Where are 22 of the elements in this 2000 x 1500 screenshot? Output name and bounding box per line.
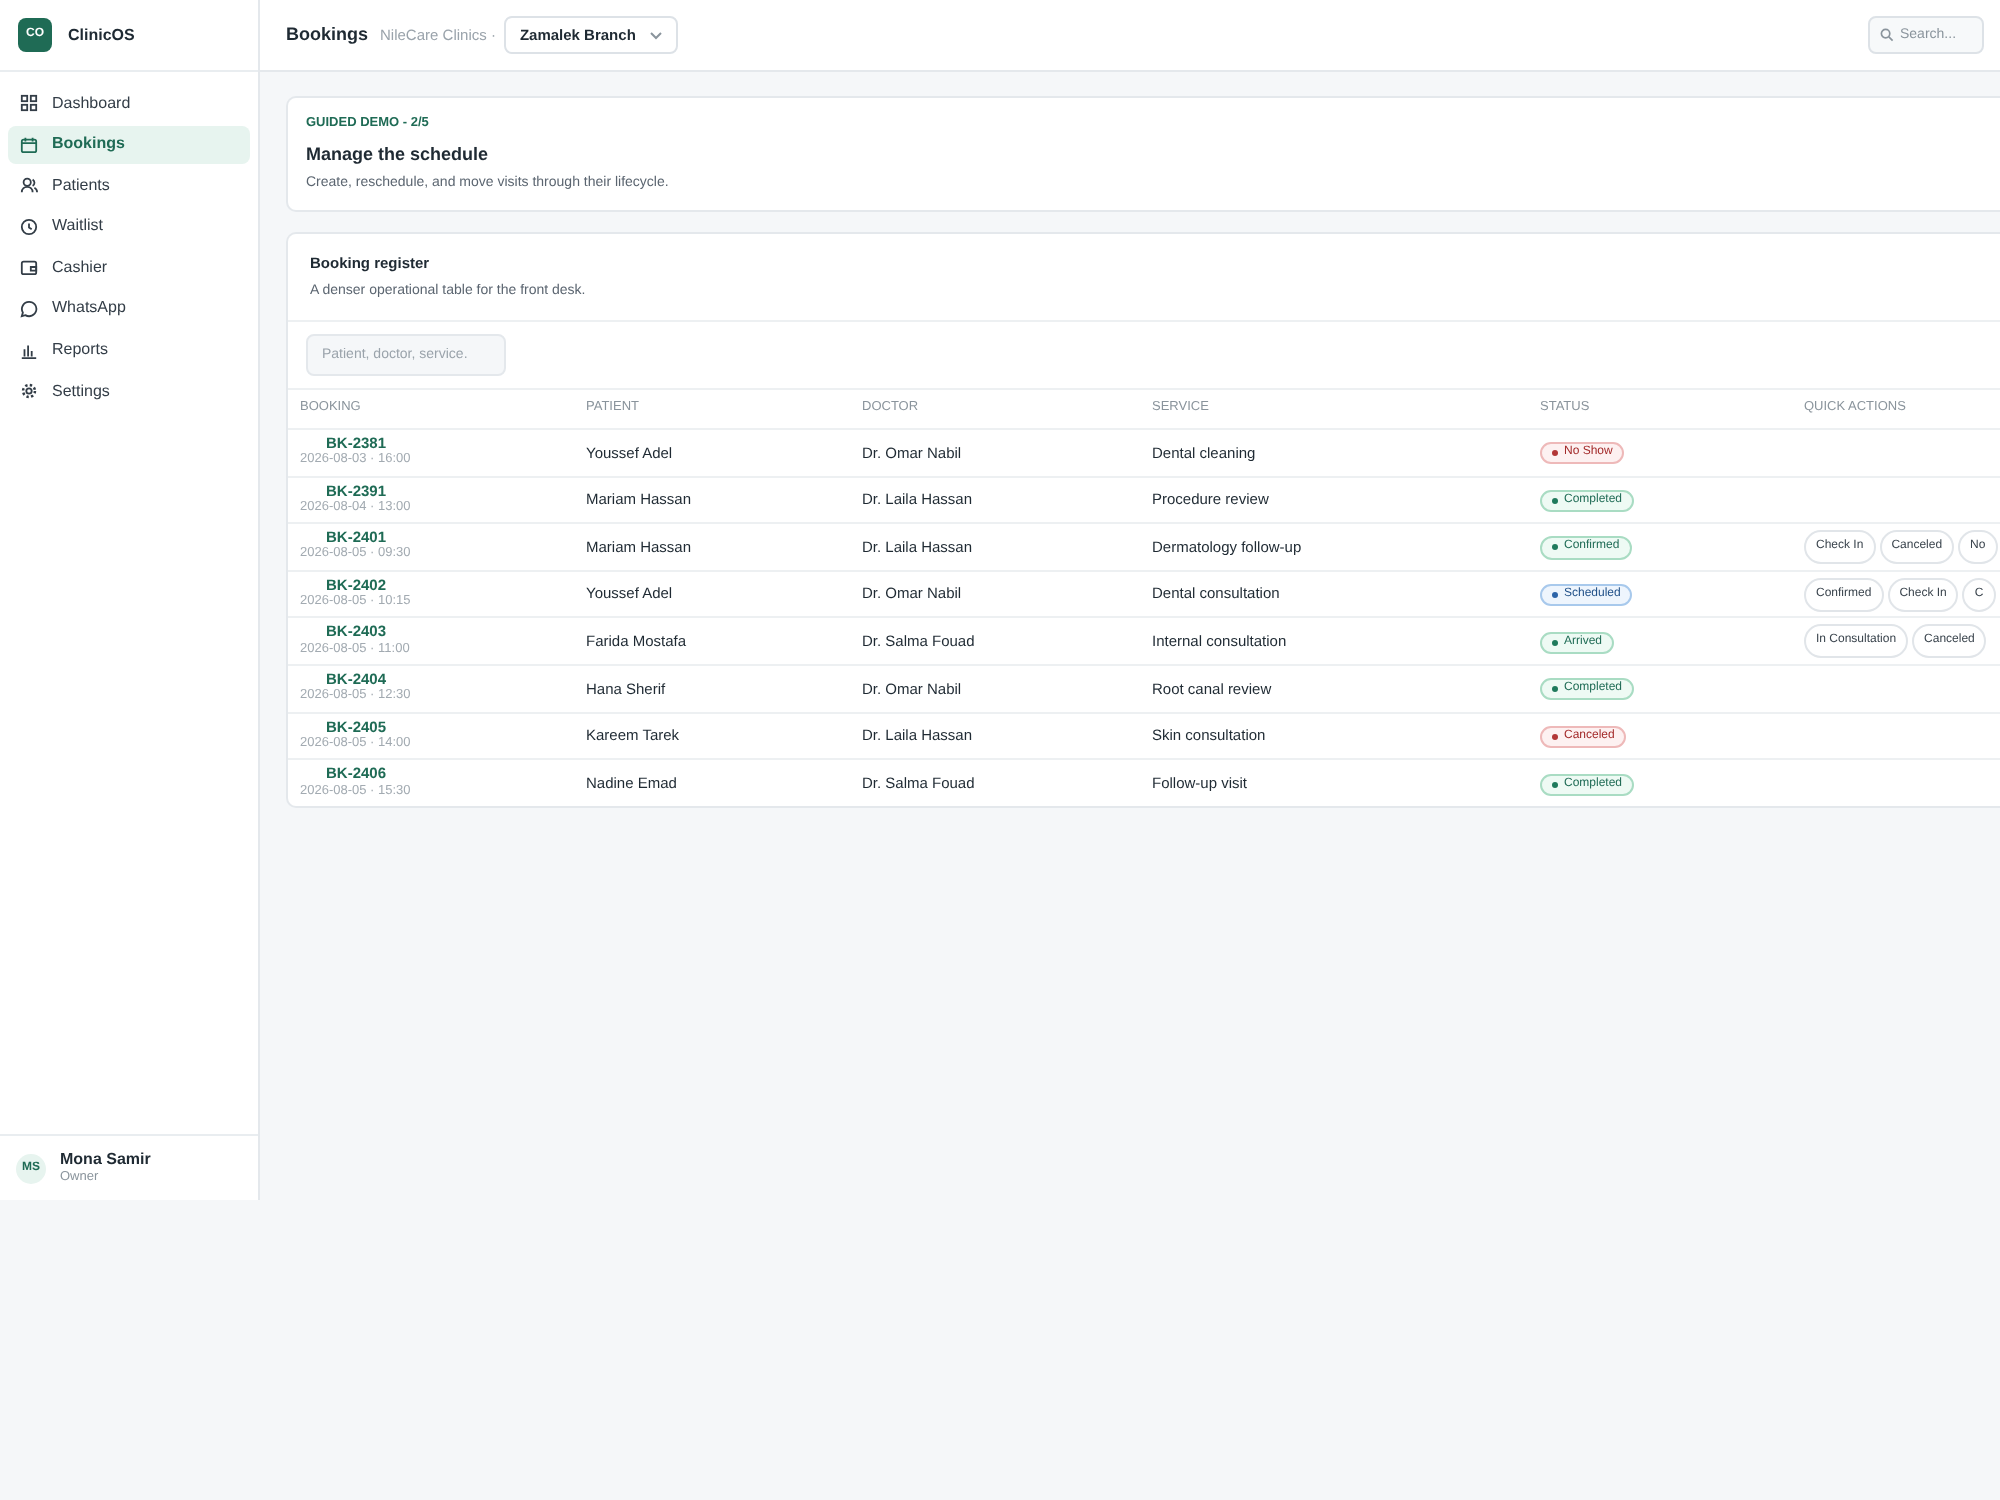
search-icon <box>1880 28 1894 42</box>
sidebar-item[interactable]: Settings <box>8 372 250 411</box>
sidebar-item[interactable]: Patients <box>8 166 250 205</box>
page-title: Bookings <box>286 21 369 48</box>
settings-icon <box>20 382 38 401</box>
guide-title: Manage the schedule <box>306 141 491 168</box>
calendar-icon <box>20 135 38 154</box>
sidebar-item[interactable]: Bookings <box>8 125 250 164</box>
chevron-down-icon <box>649 31 662 39</box>
sidebar-item[interactable]: Cashier <box>8 248 250 287</box>
sidebar-item[interactable]: Dashboard <box>8 84 250 122</box>
people-icon <box>20 176 38 195</box>
clock-icon <box>20 217 38 236</box>
user-name: Mona Samir <box>60 1152 151 1170</box>
wallet-icon <box>20 258 38 277</box>
sidebar-item[interactable]: WhatsApp <box>8 289 250 328</box>
grid-icon <box>20 94 38 112</box>
chat-icon <box>20 299 38 318</box>
sidebar-item[interactable]: Waitlist <box>8 207 250 246</box>
bar-chart-icon <box>20 341 38 360</box>
app-name: ClinicOS <box>68 23 135 47</box>
sidebar-item[interactable]: Reports <box>8 331 250 370</box>
